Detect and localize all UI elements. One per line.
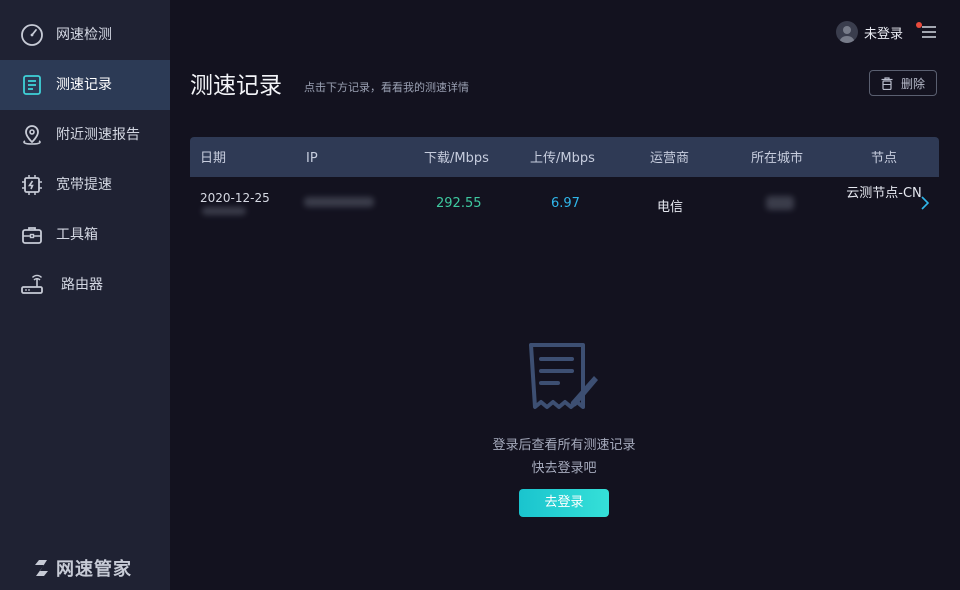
record-list-icon	[23, 75, 41, 95]
speedometer-icon	[21, 24, 43, 46]
empty-state-message: 登录后查看所有测速记录	[492, 438, 636, 453]
page-subtitle: 点击下方记录，看看我的测速详情	[304, 81, 469, 94]
sidebar: 网速检测 测速记录 附近测速报告 宽带提速 工具箱 路由器 网速管家	[0, 0, 170, 590]
empty-state-hint: 快去登录吧	[531, 461, 597, 476]
delete-button[interactable]: 删除	[869, 70, 937, 96]
sidebar-item-speed-test[interactable]: 网速检测	[0, 10, 170, 60]
sidebar-item-nearby-report[interactable]: 附近测速报告	[0, 110, 170, 160]
table-header: 日期 IP 下载/Mbps 上传/Mbps 运营商 所在城市 节点	[190, 137, 939, 177]
sidebar-item-speed-records[interactable]: 测速记录	[0, 60, 170, 110]
sidebar-item-toolbox[interactable]: 工具箱	[0, 210, 170, 260]
row-upload: 6.97	[551, 196, 580, 211]
avatar	[836, 21, 858, 43]
delete-label: 删除	[900, 76, 925, 91]
sidebar-item-label: 测速记录	[56, 77, 112, 93]
table-row[interactable]: 2020-12-25 292.55 6.97 电信 云测节点-CN	[190, 177, 939, 229]
sidebar-item-label: 附近测速报告	[56, 127, 140, 143]
empty-records-icon	[529, 343, 598, 409]
column-header-download: 下载/Mbps	[424, 151, 489, 166]
sidebar-item-label: 工具箱	[56, 227, 98, 243]
row-node: 云测节点-CN	[846, 186, 922, 201]
row-date: 2020-12-25	[200, 191, 270, 205]
login-button[interactable]: 去登录	[519, 489, 609, 517]
row-download: 292.55	[436, 196, 482, 211]
router-icon	[21, 274, 43, 294]
sidebar-item-label: 路由器	[61, 277, 103, 293]
username: 未登录	[864, 26, 904, 42]
brand-s-icon	[35, 560, 48, 576]
column-header-city: 所在城市	[751, 151, 804, 166]
column-header-node: 节点	[871, 151, 898, 166]
row-isp: 电信	[657, 200, 684, 215]
brand-name: 网速管家	[56, 559, 132, 580]
chip-boost-icon	[22, 175, 42, 195]
user-account[interactable]: 未登录	[836, 20, 903, 44]
toolbox-icon	[22, 227, 42, 244]
column-header-upload: 上传/Mbps	[530, 151, 595, 166]
sidebar-item-router[interactable]: 路由器	[0, 260, 170, 310]
sidebar-item-label: 宽带提速	[56, 177, 112, 193]
sidebar-item-broadband-boost[interactable]: 宽带提速	[0, 160, 170, 210]
page-title: 测速记录	[190, 73, 282, 99]
sidebar-item-label: 网速检测	[56, 27, 112, 43]
column-header-date: 日期	[200, 151, 227, 166]
column-header-ip: IP	[306, 151, 318, 166]
location-pin-icon	[23, 125, 41, 145]
user-silhouette-icon	[839, 26, 855, 43]
redacted-city	[766, 196, 794, 210]
redacted-ip	[304, 197, 374, 207]
redacted-time	[202, 207, 246, 215]
menu-icon[interactable]	[922, 26, 936, 38]
trash-icon	[881, 76, 893, 90]
chevron-right-icon	[921, 196, 930, 210]
column-header-isp: 运营商	[650, 151, 690, 166]
brand-logo: 网速管家	[32, 555, 132, 581]
